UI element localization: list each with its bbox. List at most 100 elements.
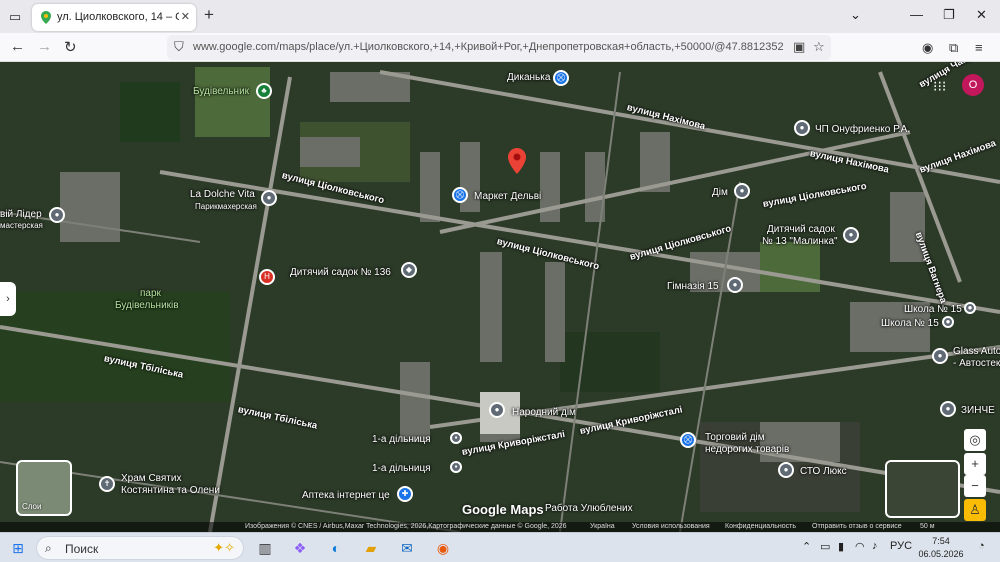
- site-info-icon[interactable]: ⛉: [174, 39, 184, 55]
- close-icon[interactable]: ✕: [181, 10, 190, 23]
- park-pin-icon[interactable]: ♣: [256, 83, 272, 99]
- shop-pin-icon[interactable]: ⛒: [680, 432, 696, 448]
- school-pin-icon[interactable]: ●: [843, 227, 859, 243]
- volume-icon[interactable]: ♪: [872, 540, 878, 552]
- school-pin-icon[interactable]: ●: [727, 277, 743, 293]
- shop-pin-icon[interactable]: ⛒: [452, 187, 468, 203]
- notifications-icon[interactable]: ◔: [978, 540, 985, 552]
- firefox-icon[interactable]: ◉: [433, 538, 453, 558]
- windows-start-icon[interactable]: ⊞: [8, 538, 28, 558]
- chevron-up-icon[interactable]: ⌃: [802, 540, 811, 553]
- taskbar-search[interactable]: ⌕ Поиск ✦✧: [36, 536, 244, 560]
- send-feedback-link[interactable]: Отправить отзыв о сервисе: [812, 522, 902, 532]
- terms-link[interactable]: Условия использования: [632, 522, 710, 532]
- zoom-in-button[interactable]: +: [964, 453, 986, 475]
- back-arrow-icon[interactable]: ←: [10, 38, 25, 55]
- place-label[interactable]: Торговий дім: [705, 432, 765, 443]
- street-view-preview[interactable]: [885, 460, 960, 518]
- system-clock[interactable]: 7:54 06.05.2026: [916, 535, 966, 561]
- reload-icon[interactable]: ↻: [64, 38, 77, 56]
- place-label[interactable]: Маркет Дельві: [474, 191, 541, 202]
- place-label[interactable]: СТО Люкс: [800, 466, 847, 477]
- chevron-down-icon[interactable]: ⌄: [850, 7, 861, 23]
- place-label[interactable]: ЗИНЧЕ: [961, 405, 995, 416]
- shop-pin-icon[interactable]: ⛒: [553, 70, 569, 86]
- school-pin-icon[interactable]: ●: [964, 302, 976, 314]
- close-window-icon[interactable]: ✕: [976, 7, 987, 23]
- privacy-link[interactable]: Конфиденциальность: [725, 522, 796, 532]
- bookmark-star-icon[interactable]: ☆: [813, 39, 825, 55]
- file-explorer-icon[interactable]: ▰: [361, 538, 381, 558]
- outlook-icon[interactable]: ✉: [397, 538, 417, 558]
- wifi-icon[interactable]: ◠: [855, 540, 865, 553]
- place-label[interactable]: Школа № 15: [904, 304, 962, 315]
- pharmacy-pin-icon[interactable]: ✚: [397, 486, 413, 502]
- my-location-icon[interactable]: ◎: [964, 429, 986, 451]
- account-icon[interactable]: ◉: [922, 40, 933, 56]
- place-pin-icon[interactable]: ●: [49, 207, 65, 223]
- place-pin-icon[interactable]: ●: [940, 401, 956, 417]
- menu-icon[interactable]: ≡: [975, 40, 983, 55]
- place-pin-icon[interactable]: ●: [932, 348, 948, 364]
- place-label[interactable]: № 13 "Малинка": [762, 236, 838, 247]
- country-link[interactable]: Україна: [590, 522, 615, 532]
- tab-list-icon[interactable]: ▭: [5, 7, 25, 27]
- forward-arrow-icon[interactable]: →: [37, 38, 52, 55]
- place-label[interactable]: ЧП Онуфриенко Р.А.: [815, 124, 910, 135]
- extensions-icon[interactable]: ⧉: [949, 40, 958, 56]
- park-label[interactable]: Будівельників: [115, 300, 179, 311]
- restore-icon[interactable]: ❐: [943, 7, 955, 23]
- school-pin-icon[interactable]: ◆: [401, 262, 417, 278]
- place-label[interactable]: Костянтина та Олени: [121, 485, 220, 496]
- place-label[interactable]: Дитячий садок: [767, 224, 835, 235]
- place-label[interactable]: Диканька: [507, 72, 550, 83]
- battery-icon[interactable]: ▮: [838, 540, 844, 553]
- church-pin-icon[interactable]: ✝: [99, 476, 115, 492]
- collapse-side-panel-button[interactable]: ›: [0, 282, 16, 316]
- address-bar[interactable]: ⛉ www.google.com/maps/place/ул.+Циолковс…: [167, 35, 831, 60]
- place-label[interactable]: Дитячий садок № 136: [290, 267, 391, 278]
- place-label[interactable]: недорогих товарів: [705, 444, 789, 455]
- place-label[interactable]: Народний дім: [512, 407, 576, 418]
- copilot-icon[interactable]: ❖: [290, 538, 310, 558]
- hospital-pin-icon[interactable]: H: [259, 269, 275, 285]
- zoom-out-button[interactable]: −: [964, 475, 986, 497]
- transit-label[interactable]: 1-а дільниця: [372, 434, 431, 445]
- bus-stop-icon[interactable]: ▪: [450, 461, 462, 473]
- park-label[interactable]: парк: [140, 288, 161, 299]
- active-tab[interactable]: ул. Циолковского, 14 – Google Карты ✕: [32, 4, 196, 31]
- url-text[interactable]: www.google.com/maps/place/ул.+Циолковско…: [193, 41, 783, 53]
- reader-view-icon[interactable]: ▣: [793, 39, 805, 55]
- place-label[interactable]: вій Лідер: [0, 209, 42, 220]
- place-pin-icon[interactable]: ●: [794, 120, 810, 136]
- new-tab-button[interactable]: +: [204, 5, 214, 25]
- place-label[interactable]: Дім: [712, 187, 728, 198]
- scale-label[interactable]: 50 м: [920, 522, 935, 532]
- place-label[interactable]: Гімназія 15: [667, 281, 719, 292]
- place-pin-icon[interactable]: ●: [261, 190, 277, 206]
- place-label[interactable]: Будівельник: [193, 86, 249, 97]
- task-view-icon[interactable]: ▥: [255, 538, 275, 558]
- bus-stop-icon[interactable]: ▪: [450, 432, 462, 444]
- place-label[interactable]: La Dolche Vita: [190, 189, 255, 200]
- place-pin-icon[interactable]: ●: [734, 183, 750, 199]
- place-pin-icon[interactable]: ●: [489, 402, 505, 418]
- place-label[interactable]: - Автостекло: [953, 358, 1000, 369]
- layers-button[interactable]: Слои: [16, 460, 72, 516]
- satellite-map[interactable]: вулиця Нахімова вулиця Нахімова вулиця Н…: [0, 62, 1000, 532]
- avatar[interactable]: О: [962, 74, 984, 96]
- car-service-pin-icon[interactable]: ●: [778, 462, 794, 478]
- place-label[interactable]: Glass Auto: [953, 346, 1000, 357]
- meet-now-icon[interactable]: ▭: [820, 540, 830, 553]
- transit-label[interactable]: 1-а дільниця: [372, 463, 431, 474]
- minimize-icon[interactable]: —: [910, 7, 923, 22]
- google-apps-icon[interactable]: ⁝⁝⁝: [933, 78, 946, 95]
- place-label[interactable]: Аптека інтернет це: [302, 490, 390, 501]
- school-pin-icon[interactable]: ●: [942, 316, 954, 328]
- pegman-icon[interactable]: ♙: [964, 499, 986, 521]
- place-label[interactable]: Школа № 15: [881, 318, 939, 329]
- selected-location-pin-icon[interactable]: [508, 148, 526, 174]
- language-indicator[interactable]: РУС: [890, 540, 912, 552]
- place-label[interactable]: Работа Улюблених: [545, 503, 633, 514]
- place-label[interactable]: Храм Святих: [121, 473, 181, 484]
